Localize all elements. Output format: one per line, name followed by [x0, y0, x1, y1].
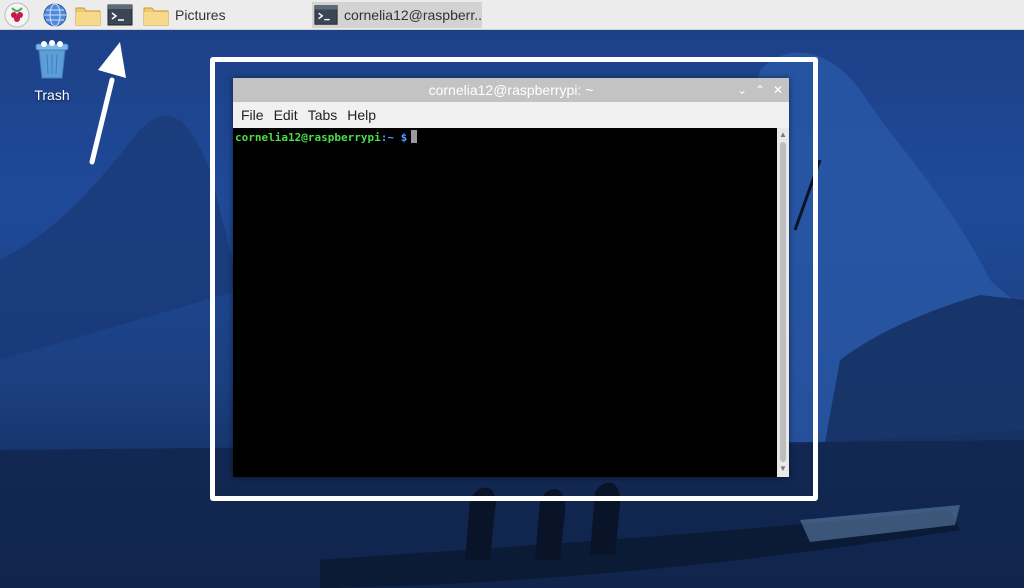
minimize-button[interactable]: ⌄: [734, 81, 750, 99]
prompt-sign: $: [400, 131, 408, 144]
close-button[interactable]: ✕: [770, 81, 786, 99]
folder-icon: [75, 7, 101, 26]
taskbar-window-label: cornelia12@raspberr..: [344, 7, 482, 23]
taskbar-window-terminal[interactable]: cornelia12@raspberr..: [312, 2, 482, 28]
terminal-cursor: [411, 130, 418, 143]
terminal-window[interactable]: cornelia12@raspberrypi: ~ ⌄ ⌃ ✕ File Edi…: [233, 78, 789, 477]
desktop-trash[interactable]: Trash: [22, 38, 82, 103]
terminal-output-area[interactable]: cornelia12@raspberrypi:~ $: [233, 128, 777, 477]
terminal-title: cornelia12@raspberrypi: ~: [428, 82, 594, 98]
annotation-arrow-icon: [89, 42, 126, 165]
terminal-icon: [107, 4, 133, 26]
terminal-menubar: File Edit Tabs Help: [233, 102, 789, 128]
terminal-prompt-line: cornelia12@raspberrypi:~ $: [235, 130, 418, 144]
globe-icon: [43, 3, 67, 27]
terminal-launcher[interactable]: [107, 2, 133, 28]
menu-edit[interactable]: Edit: [274, 107, 298, 123]
scroll-up-icon[interactable]: ▲: [779, 131, 787, 139]
prompt-path: ~: [387, 131, 394, 144]
terminal-titlebar[interactable]: cornelia12@raspberrypi: ~ ⌄ ⌃ ✕: [233, 78, 789, 102]
scroll-down-icon[interactable]: ▼: [779, 465, 787, 473]
menu-help[interactable]: Help: [347, 107, 376, 123]
raspberry-pi-menu-button[interactable]: [4, 2, 32, 28]
raspberry-pi-icon: [4, 2, 30, 28]
terminal-icon: [314, 5, 338, 25]
menu-tabs[interactable]: Tabs: [308, 107, 338, 123]
terminal-scrollbar[interactable]: ▲ ▼: [777, 128, 789, 477]
scrollbar-thumb[interactable]: [780, 142, 786, 462]
taskbar: Pictures cornelia12@raspberr..: [0, 0, 1024, 30]
folder-icon: [143, 7, 169, 26]
menu-file[interactable]: File: [241, 107, 264, 123]
prompt-user-host: cornelia12@raspberrypi: [235, 131, 381, 144]
taskbar-window-pictures[interactable]: Pictures: [143, 2, 293, 28]
web-browser-launcher[interactable]: [43, 2, 69, 28]
maximize-button[interactable]: ⌃: [752, 81, 768, 99]
trash-icon: [35, 40, 69, 79]
trash-label: Trash: [34, 87, 70, 103]
taskbar-window-label: Pictures: [175, 7, 226, 23]
file-manager-launcher[interactable]: [75, 2, 102, 28]
